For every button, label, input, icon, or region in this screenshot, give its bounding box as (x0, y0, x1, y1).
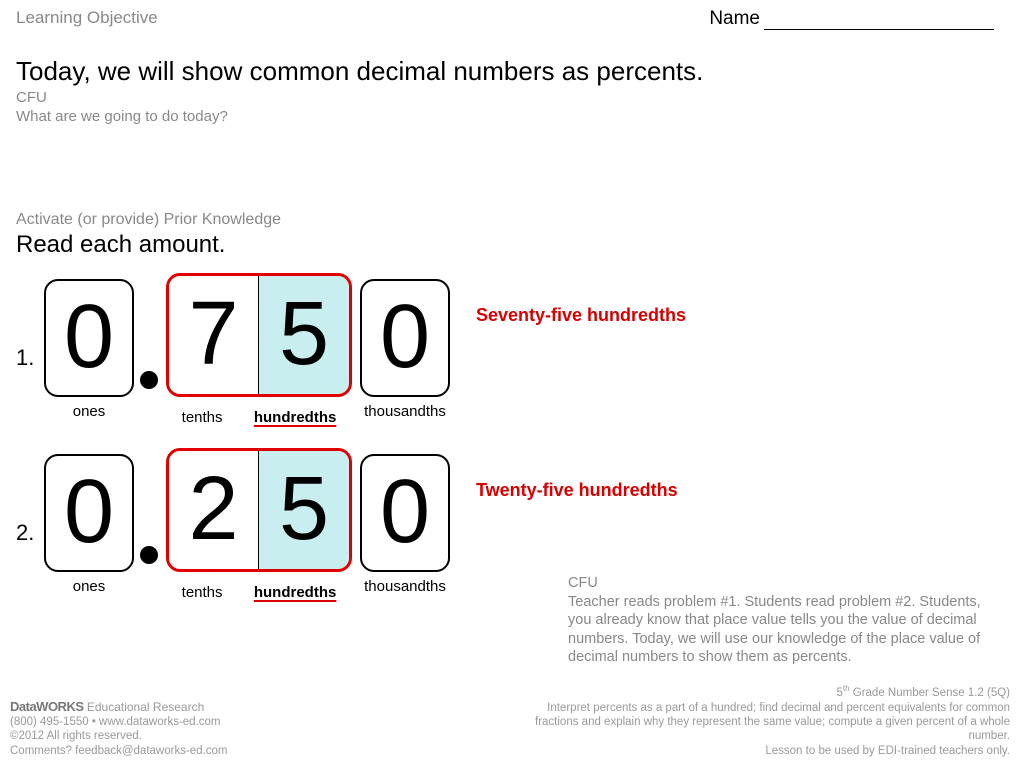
problem-1-number: 1. (16, 345, 44, 371)
hundredths-label: hundredths (254, 409, 337, 426)
footer-brand: DataWORKS (10, 699, 84, 714)
ones-label: ones (73, 403, 106, 420)
cfu2-label: CFU (568, 575, 598, 591)
tenths-digit: 7 (169, 276, 259, 394)
hundredths-label: hundredths (254, 584, 337, 601)
footer-standard: 5th Grade Number Sense 1.2 (5Q) (836, 687, 1010, 699)
problem-1-words: Seventy-five hundredths (476, 305, 686, 326)
ones-digit: 0 (44, 454, 134, 572)
ones-digit: 0 (44, 279, 134, 397)
tenths-hundredths-highlight: 2 5 (166, 448, 352, 572)
footer-phone: (800) 495-1550 • www.dataworks-ed.com (10, 716, 221, 728)
footer-lesson-note: Lesson to be used by EDI-trained teacher… (765, 745, 1010, 757)
objective-text: Today, we will show common decimal numbe… (0, 30, 1024, 87)
name-blank-line[interactable] (764, 29, 994, 30)
tenths-hundredths-highlight: 7 5 (166, 273, 352, 397)
tenths-label: tenths (182, 409, 223, 426)
name-field: Name (709, 8, 994, 30)
hundredths-digit: 5 (259, 451, 349, 569)
read-each-label: Read each amount. (0, 229, 1024, 259)
cfu2-text: Teacher reads problem #1. Students read … (568, 594, 981, 666)
decimal-point-icon (140, 546, 158, 564)
thousandths-digit: 0 (360, 454, 450, 572)
name-label: Name (709, 8, 760, 29)
tenths-digit: 2 (169, 451, 259, 569)
prior-knowledge-label: Activate (or provide) Prior Knowledge (0, 127, 1024, 229)
footer-copyright: ©2012 All rights reserved. (10, 730, 142, 742)
tenths-label: tenths (182, 584, 223, 601)
thousandths-label: thousandths (364, 578, 446, 595)
cfu2-block: CFU Teacher reads problem #1. Students r… (568, 574, 988, 667)
footer-right: 5th Grade Number Sense 1.2 (5Q) Interpre… (510, 684, 1010, 758)
thousandths-digit: 0 (360, 279, 450, 397)
learning-objective-label: Learning Objective (16, 8, 158, 30)
footer-comments: Comments? feedback@dataworks-ed.com (10, 745, 228, 757)
decimal-point-icon (140, 371, 158, 389)
hundredths-digit: 5 (259, 276, 349, 394)
footer-left: DataWORKS Educational Research (800) 495… (10, 699, 228, 759)
footer-brand-sub: Educational Research (84, 700, 205, 714)
problem-2-number: 2. (16, 520, 44, 546)
ones-label: ones (73, 578, 106, 595)
problem-1: 1. 0 ones . 7 5 tenths hundredths 0 thou… (0, 273, 1024, 426)
cfu1-label: CFU (16, 89, 47, 106)
footer-standard-desc: Interpret percents as a part of a hundre… (535, 702, 1010, 743)
problem-2-words: Twenty-five hundredths (476, 480, 678, 501)
cfu1-text: What are we going to do today? (16, 108, 228, 125)
thousandths-label: thousandths (364, 403, 446, 420)
